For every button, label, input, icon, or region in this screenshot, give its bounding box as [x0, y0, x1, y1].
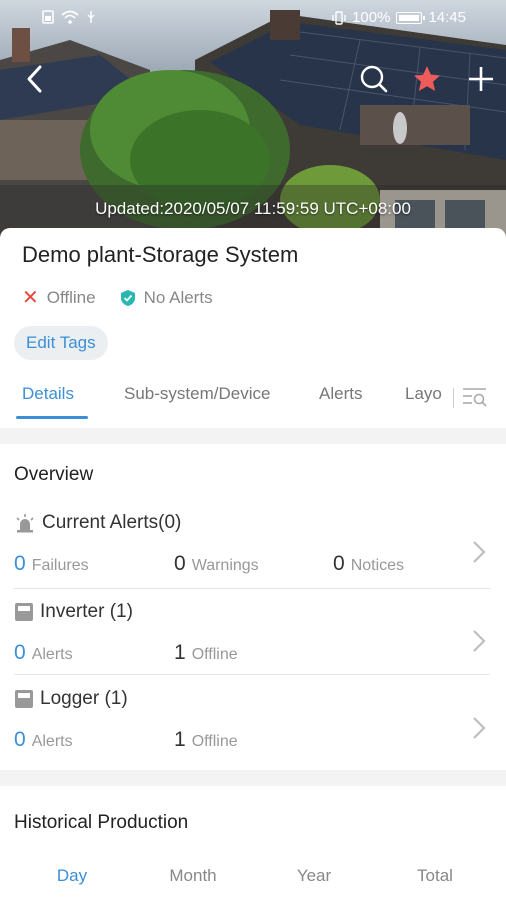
tab-layout[interactable]: Layo — [405, 384, 442, 404]
inverter-alerts-count: 0 — [14, 641, 26, 664]
row-divider — [14, 674, 490, 675]
list-search-icon — [463, 388, 487, 407]
alerts-status: No Alerts — [143, 288, 213, 307]
failures-count: 0 — [14, 552, 26, 575]
back-button[interactable] — [16, 60, 54, 98]
notices-stat: 0 Notices — [333, 552, 404, 576]
wifi-icon — [61, 10, 79, 24]
status-time: 14:45 — [428, 9, 466, 26]
active-tab-indicator — [16, 416, 88, 419]
favorite-button[interactable] — [408, 60, 446, 98]
logger-row[interactable]: Logger (1) 0 Alerts 1 Offline — [14, 688, 490, 776]
logger-offline-stat: 1 Offline — [174, 728, 238, 752]
period-tab-day[interactable]: Day — [32, 866, 112, 886]
tab-alerts[interactable]: Alerts — [319, 384, 362, 404]
inverter-alerts-label: Alerts — [31, 646, 73, 663]
offline-icon: ✕ — [22, 287, 39, 309]
shield-check-icon — [120, 289, 136, 307]
inverter-offline-label: Offline — [191, 646, 238, 663]
logger-icon — [14, 689, 34, 709]
back-icon — [27, 65, 42, 93]
offline-status: Offline — [46, 288, 96, 307]
battery-icon — [396, 11, 426, 24]
failures-stat: 0 Failures — [14, 552, 89, 576]
status-bar: 100% 14:45 — [0, 8, 506, 30]
battery-percent: 100% — [352, 9, 391, 26]
logger-offline-label: Offline — [191, 733, 238, 750]
row-divider — [14, 588, 490, 589]
period-tab-total[interactable]: Total — [395, 866, 475, 886]
current-alerts-row[interactable]: Current Alerts(0) 0 Failures 0 Warnings 0N… — [14, 512, 490, 600]
warnings-stat: 0 Warnings — [174, 552, 259, 576]
tab-separator — [453, 388, 454, 408]
overview-title: Overview — [14, 464, 94, 485]
warnings-label: Warnings — [191, 557, 259, 574]
edit-tags-button[interactable]: Edit Tags — [14, 326, 108, 360]
last-updated-text: Updated:2020/05/07 11:59:59 UTC+08:00 — [95, 199, 411, 218]
inverter-label: Inverter (1) — [40, 601, 133, 622]
notices-label: Notices — [350, 557, 405, 574]
plant-summary-card: Demo plant-Storage System ✕ Offline No A… — [0, 228, 506, 428]
plant-title: Demo plant-Storage System — [22, 242, 299, 267]
plant-status-row: ✕ Offline No Alerts — [22, 288, 213, 308]
notices-count: 0 — [333, 552, 345, 575]
tab-sub-system-device[interactable]: Sub-system/Device — [124, 384, 270, 404]
sim-icon — [42, 10, 54, 24]
vibrate-icon — [332, 10, 346, 25]
inverter-offline-count: 1 — [174, 641, 186, 664]
chevron-right-icon — [473, 541, 486, 563]
logger-alerts-stat: 0 Alerts — [14, 728, 73, 752]
failures-label: Failures — [31, 557, 89, 574]
logger-alerts-count: 0 — [14, 728, 26, 751]
overview-section: Overview Current Alerts(0) 0 Failures 0 Wa… — [0, 444, 506, 770]
historical-production-title: Historical Production — [14, 812, 189, 833]
add-icon — [469, 67, 493, 91]
chevron-right-icon — [473, 630, 486, 652]
period-tabs: Day Month Year Total — [0, 866, 506, 890]
add-button[interactable] — [462, 60, 500, 98]
period-tab-month[interactable]: Month — [153, 866, 233, 886]
period-tab-year[interactable]: Year — [274, 866, 354, 886]
logger-alerts-label: Alerts — [31, 733, 73, 750]
search-icon — [360, 65, 388, 93]
logger-offline-count: 1 — [174, 728, 186, 751]
chevron-right-icon — [473, 717, 486, 739]
plant-cover-image: 100% 14:45 Updated:2020/05/07 11:59:59 U… — [0, 0, 506, 250]
inverter-icon — [14, 602, 34, 622]
historical-production-section: Historical Production Day Month Year Tot… — [0, 786, 506, 900]
inverter-alerts-stat: 0 Alerts — [14, 641, 73, 665]
siren-icon — [14, 513, 36, 533]
warnings-count: 0 — [174, 552, 186, 575]
plant-detail-screen: 100% 14:45 Updated:2020/05/07 11:59:59 U… — [0, 0, 506, 900]
current-alerts-label: Current Alerts(0) — [42, 512, 182, 533]
search-button[interactable] — [355, 60, 393, 98]
inverter-row[interactable]: Inverter (1) 0 Alerts 1 Offline — [14, 601, 490, 689]
usb-icon — [87, 11, 95, 23]
star-icon — [414, 66, 440, 91]
tab-menu-button[interactable] — [462, 386, 488, 413]
tab-details[interactable]: Details — [22, 384, 74, 404]
inverter-offline-stat: 1 Offline — [174, 641, 238, 665]
logger-label: Logger (1) — [40, 688, 128, 709]
detail-tabs: Details Sub-system/Device Alerts Layo — [0, 376, 506, 420]
